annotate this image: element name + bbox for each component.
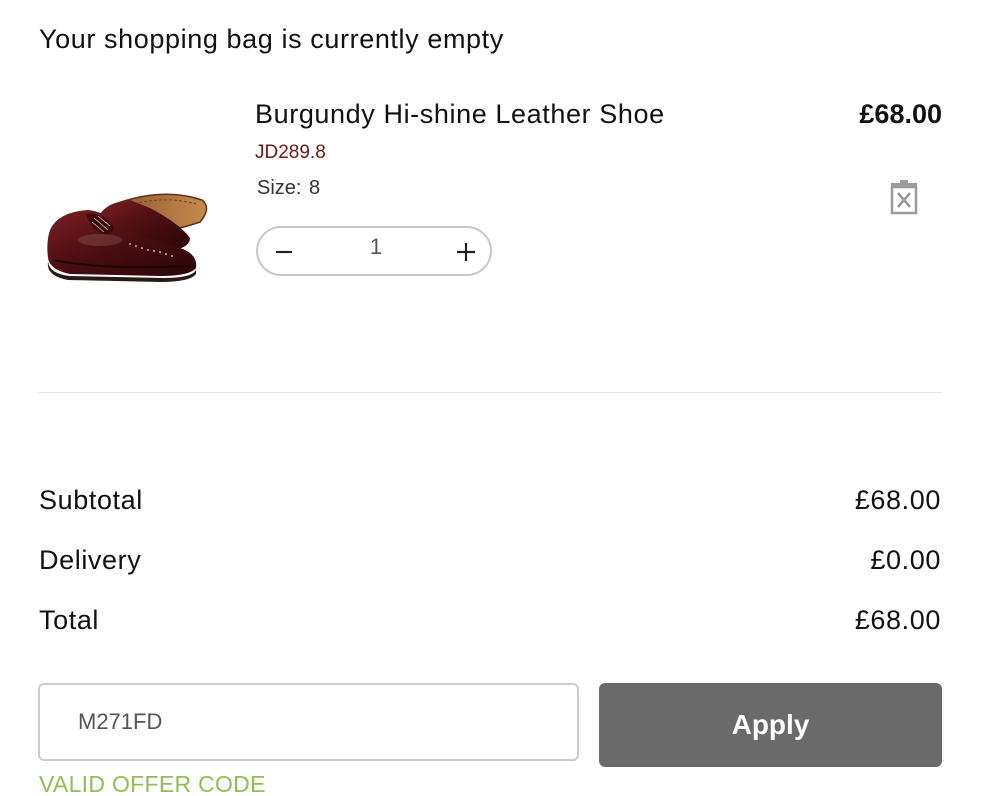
increase-quantity-button[interactable] [446, 232, 486, 272]
delivery-label: Delivery [39, 545, 142, 575]
total-value: £68.00 [854, 605, 941, 635]
subtotal-label: Subtotal [39, 485, 143, 515]
bag-heading: Your shopping bag is currently empty [39, 24, 504, 54]
remove-item-button[interactable] [887, 179, 921, 215]
offer-code-input[interactable] [38, 683, 579, 761]
subtotal-value: £68.00 [854, 485, 941, 515]
shopping-bag-page: Your shopping bag is currently empty Bur… [0, 0, 990, 796]
size-value: 8 [309, 177, 321, 199]
offer-status-message: VALID OFFER CODE [39, 771, 266, 796]
minus-icon [276, 250, 292, 254]
quantity-stepper: 1 [256, 226, 492, 276]
shoe-icon [47, 193, 208, 282]
total-label: Total [39, 605, 100, 635]
product-image[interactable] [40, 178, 220, 288]
divider [38, 392, 942, 393]
product-price: £68.00 [859, 99, 942, 129]
trash-icon [890, 180, 918, 215]
product-size: Size: 8 [255, 177, 320, 200]
delivery-value: £0.00 [870, 545, 941, 575]
decrease-quantity-button[interactable] [264, 232, 304, 272]
size-label: Size: [257, 177, 302, 199]
product-sku: JD289.8 [255, 142, 326, 163]
apply-button[interactable]: Apply [599, 683, 942, 767]
product-name[interactable]: Burgundy Hi-shine Leather Shoe [255, 99, 665, 130]
quantity-value[interactable]: 1 [338, 234, 414, 260]
plus-icon [457, 243, 475, 261]
